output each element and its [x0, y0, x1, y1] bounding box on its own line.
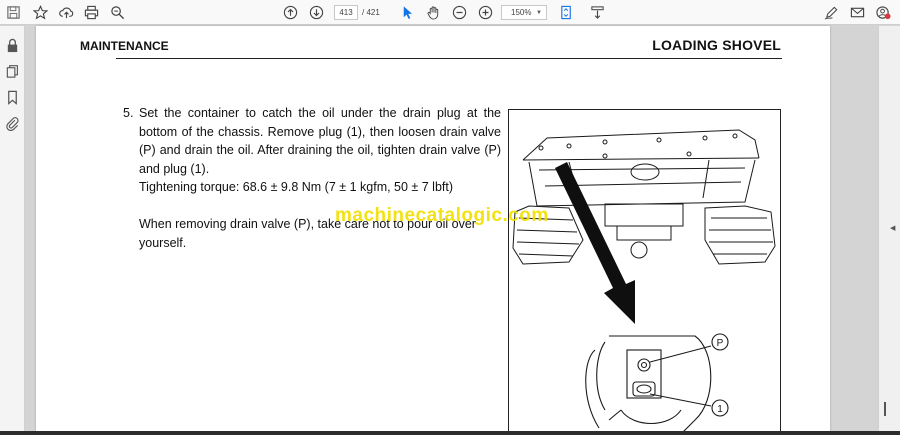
previous-page-icon[interactable] [281, 3, 300, 22]
email-icon[interactable] [848, 3, 867, 22]
fit-page-icon[interactable] [557, 3, 576, 22]
callout-label-1: 1 [717, 404, 723, 415]
left-navigation-panel [0, 26, 25, 435]
select-cursor-icon[interactable] [398, 3, 417, 22]
step-instructions: Set the container to catch the oil under… [139, 106, 501, 176]
watermark: machinecatalogic.com [335, 205, 549, 226]
save-icon[interactable] [4, 3, 23, 22]
step-number: 5. [123, 106, 134, 120]
maintenance-step: 5. Set the container to catch the oil un… [123, 104, 501, 252]
page-thumbnails-icon[interactable] [5, 64, 20, 79]
hand-tool-icon[interactable] [424, 3, 443, 22]
chevron-down-icon: ▼ [536, 10, 542, 16]
zoom-level-select[interactable]: 150% ▼ [501, 5, 547, 20]
page-total: / 421 [362, 8, 380, 17]
toolbar: 413 / 421 150% ▼ [0, 0, 900, 25]
zoom-search-icon[interactable] [108, 3, 127, 22]
account-icon[interactable] [874, 3, 893, 22]
drain-plug-illustration: P 1 [508, 109, 781, 435]
shovel-undercarriage-drawing: P 1 [512, 129, 776, 435]
upload-cloud-icon[interactable] [57, 3, 76, 22]
bottom-edge [0, 431, 900, 435]
section-header: MAINTENANCE [80, 39, 169, 53]
zoom-in-icon[interactable] [476, 3, 495, 22]
scrollbar-thumb[interactable] [884, 402, 886, 416]
star-icon[interactable] [31, 3, 50, 22]
zoom-level-value: 150% [511, 8, 532, 17]
next-page-icon[interactable] [307, 3, 326, 22]
callout-label-p: P [717, 338, 724, 349]
tightening-torque: Tightening torque: 68.6 ± 9.8 Nm (7 ± 1 … [139, 180, 454, 195]
header-divider [116, 58, 782, 59]
bookmark-icon[interactable] [5, 90, 20, 105]
sign-pen-icon[interactable] [822, 3, 841, 22]
print-icon[interactable] [82, 3, 101, 22]
vertical-scrollbar[interactable] [878, 26, 900, 435]
attachment-icon[interactable] [5, 116, 20, 132]
zoom-out-icon[interactable] [450, 3, 469, 22]
chapter-title: LOADING SHOVEL [652, 37, 781, 53]
scroll-mode-icon[interactable] [588, 3, 607, 22]
lock-icon[interactable] [5, 38, 20, 53]
collapse-right-panel-icon[interactable]: ◀ [890, 224, 895, 232]
page-number-input[interactable]: 413 [334, 5, 358, 20]
